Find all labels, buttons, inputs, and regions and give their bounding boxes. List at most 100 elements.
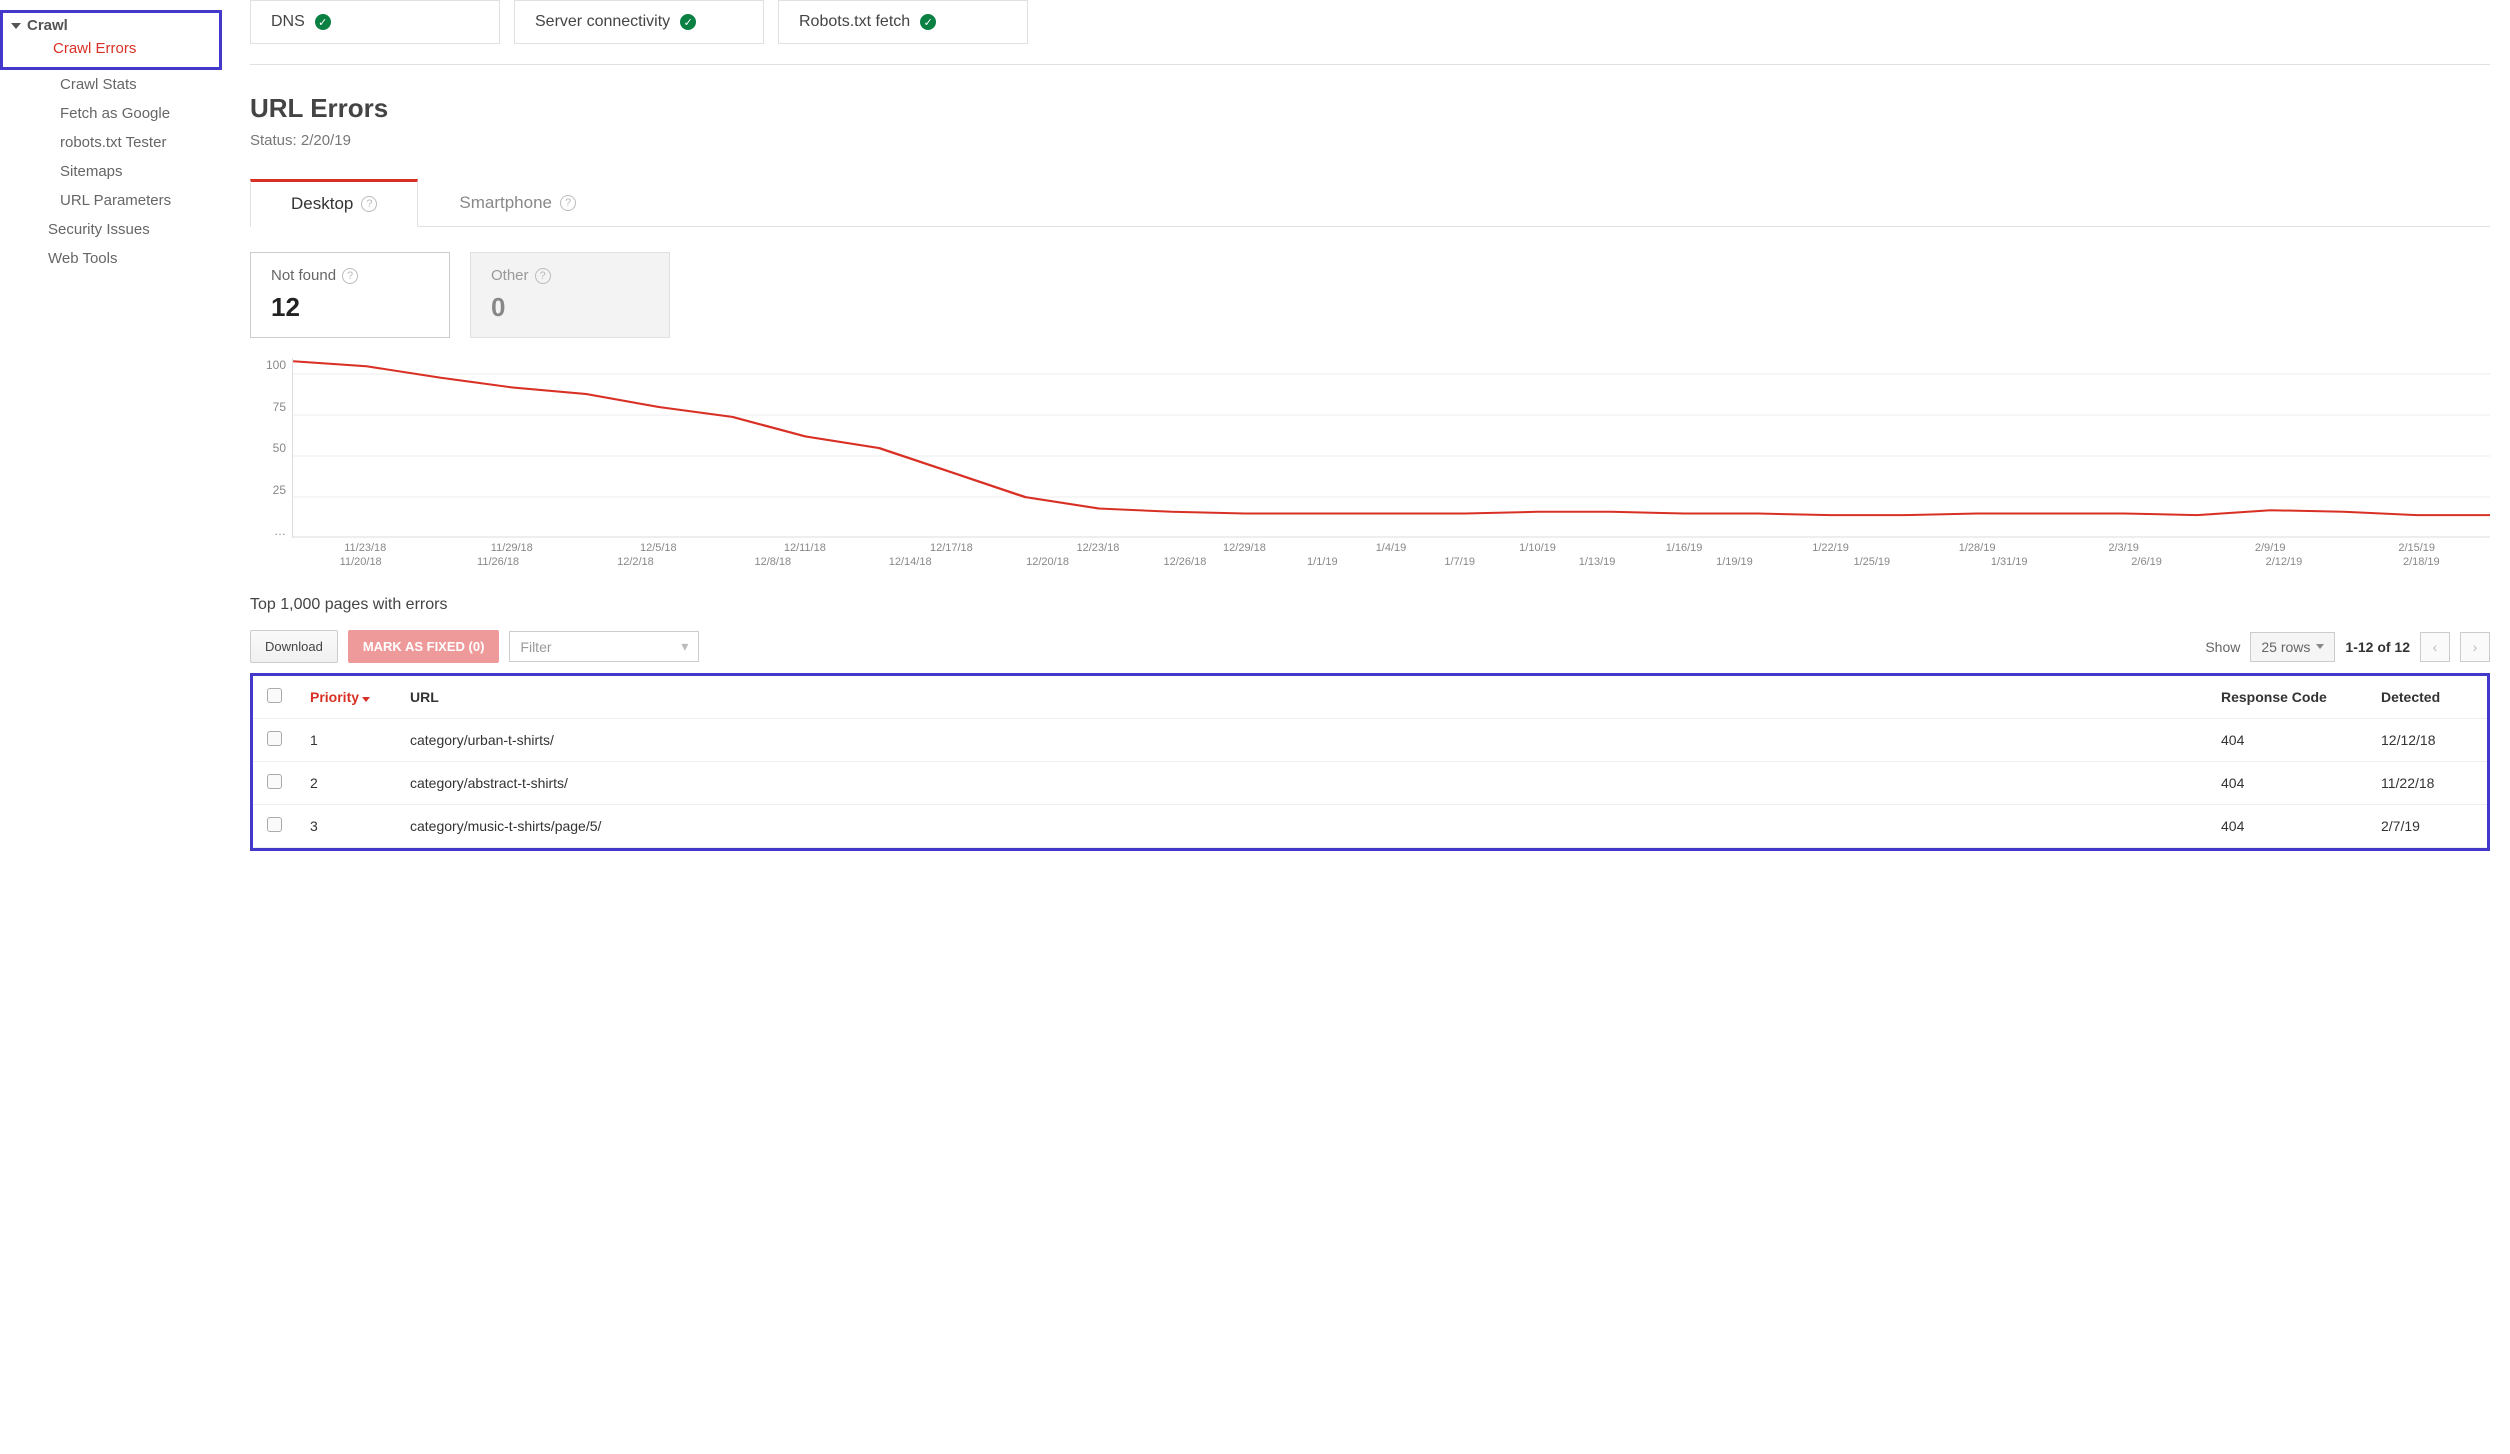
x-tick: 1/28/19 bbox=[1904, 542, 2051, 554]
mark-as-fixed-button[interactable]: MARK AS FIXED (0) bbox=[348, 630, 500, 663]
cell-code: 404 bbox=[2207, 762, 2367, 805]
download-button[interactable]: Download bbox=[250, 630, 338, 663]
next-page-button[interactable]: › bbox=[2460, 632, 2490, 662]
help-icon[interactable]: ? bbox=[535, 268, 551, 284]
x-tick: 12/14/18 bbox=[842, 556, 979, 568]
x-tick: 1/1/19 bbox=[1254, 556, 1391, 568]
tile-not-found[interactable]: Not found ? 12 bbox=[250, 252, 450, 338]
table-row[interactable]: 1category/urban-t-shirts/40412/12/18 bbox=[253, 719, 2487, 762]
cell-url: category/urban-t-shirts/ bbox=[396, 719, 2207, 762]
site-status-cards: DNS ✓ Server connectivity ✓ Robots.txt f… bbox=[250, 0, 2490, 65]
nav-item-sitemaps[interactable]: Sitemaps bbox=[0, 157, 230, 186]
tab-label: Desktop bbox=[291, 194, 353, 214]
col-priority[interactable]: Priority bbox=[296, 676, 396, 719]
x-tick: 12/2/18 bbox=[567, 556, 704, 568]
errors-table: Priority URL Response Code Detected 1cat… bbox=[253, 676, 2487, 848]
nav-item-crawl-stats[interactable]: Crawl Stats bbox=[0, 70, 230, 99]
cell-code: 404 bbox=[2207, 805, 2367, 848]
cell-priority: 1 bbox=[296, 719, 396, 762]
x-tick: 2/6/19 bbox=[2078, 556, 2215, 568]
y-axis: 100 75 50 25 … bbox=[250, 358, 292, 538]
tile-label: Other ? bbox=[491, 267, 649, 284]
x-tick: 2/12/19 bbox=[2215, 556, 2352, 568]
rows-select[interactable]: 25 rows bbox=[2250, 632, 2335, 662]
x-tick: 2/3/19 bbox=[2050, 542, 2197, 554]
x-tick: 1/25/19 bbox=[1803, 556, 1940, 568]
x-tick: 2/18/19 bbox=[2353, 556, 2490, 568]
x-tick: 2/9/19 bbox=[2197, 542, 2344, 554]
status-card-dns[interactable]: DNS ✓ bbox=[250, 0, 500, 44]
col-response-code[interactable]: Response Code bbox=[2207, 676, 2367, 719]
sort-desc-icon bbox=[362, 697, 370, 702]
x-axis-row2: 11/20/1811/26/1812/2/1812/8/1812/14/1812… bbox=[292, 554, 2490, 568]
nav-item-fetch-as-google[interactable]: Fetch as Google bbox=[0, 99, 230, 128]
tab-desktop[interactable]: Desktop ? bbox=[250, 179, 418, 227]
sidebar-highlight: Crawl Crawl Errors bbox=[0, 10, 222, 70]
check-icon: ✓ bbox=[315, 14, 331, 30]
filter-input[interactable]: Filter ▾ bbox=[509, 631, 699, 662]
cell-detected: 11/22/18 bbox=[2367, 762, 2487, 805]
tile-other[interactable]: Other ? 0 bbox=[470, 252, 670, 338]
select-all-checkbox[interactable] bbox=[267, 688, 282, 703]
x-tick: 1/4/19 bbox=[1318, 542, 1465, 554]
main-content: DNS ✓ Server connectivity ✓ Robots.txt f… bbox=[230, 0, 2510, 891]
col-url[interactable]: URL bbox=[396, 676, 2207, 719]
col-detected[interactable]: Detected bbox=[2367, 676, 2487, 719]
status-date: Status: 2/20/19 bbox=[250, 132, 2490, 149]
help-icon[interactable]: ? bbox=[560, 195, 576, 211]
nav-item-url-parameters[interactable]: URL Parameters bbox=[0, 186, 230, 215]
x-tick: 12/20/18 bbox=[979, 556, 1116, 568]
prev-page-button[interactable]: ‹ bbox=[2420, 632, 2450, 662]
nav-item-robots-tester[interactable]: robots.txt Tester bbox=[0, 128, 230, 157]
cell-url: category/abstract-t-shirts/ bbox=[396, 762, 2207, 805]
cell-priority: 3 bbox=[296, 805, 396, 848]
check-icon: ✓ bbox=[920, 14, 936, 30]
error-type-tiles: Not found ? 12 Other ? 0 bbox=[250, 252, 2490, 338]
row-checkbox[interactable] bbox=[267, 817, 282, 832]
check-icon: ✓ bbox=[680, 14, 696, 30]
chart-svg bbox=[293, 358, 2490, 538]
device-tabs: Desktop ? Smartphone ? bbox=[250, 179, 2490, 227]
x-tick: 12/5/18 bbox=[585, 542, 732, 554]
errors-table-highlight: Priority URL Response Code Detected 1cat… bbox=[250, 673, 2490, 851]
x-tick: 12/23/18 bbox=[1025, 542, 1172, 554]
x-tick: 12/26/18 bbox=[1116, 556, 1253, 568]
x-tick: 1/7/19 bbox=[1391, 556, 1528, 568]
status-card-robots[interactable]: Robots.txt fetch ✓ bbox=[778, 0, 1028, 44]
tab-label: Smartphone bbox=[459, 193, 552, 213]
table-row[interactable]: 3category/music-t-shirts/page/5/4042/7/1… bbox=[253, 805, 2487, 848]
status-card-label: Robots.txt fetch bbox=[799, 13, 910, 31]
nav-item-web-tools[interactable]: Web Tools bbox=[0, 244, 230, 273]
x-tick: 1/10/19 bbox=[1464, 542, 1611, 554]
x-tick: 12/17/18 bbox=[878, 542, 1025, 554]
filter-placeholder: Filter bbox=[520, 639, 551, 655]
chart-plot[interactable] bbox=[292, 358, 2490, 538]
tab-smartphone[interactable]: Smartphone ? bbox=[418, 179, 617, 226]
nav-item-crawl-errors[interactable]: Crawl Errors bbox=[33, 34, 211, 63]
x-tick: 11/26/18 bbox=[429, 556, 566, 568]
help-icon[interactable]: ? bbox=[361, 196, 377, 212]
sidebar: Crawl Crawl Errors Crawl Stats Fetch as … bbox=[0, 0, 230, 891]
x-tick: 11/20/18 bbox=[292, 556, 429, 568]
x-tick: 11/23/18 bbox=[292, 542, 439, 554]
nav-group-label: Crawl bbox=[27, 17, 68, 34]
status-card-label: DNS bbox=[271, 13, 305, 31]
x-tick: 12/8/18 bbox=[704, 556, 841, 568]
tile-value: 12 bbox=[271, 292, 429, 323]
nav-item-security-issues[interactable]: Security Issues bbox=[0, 215, 230, 244]
row-checkbox[interactable] bbox=[267, 731, 282, 746]
pages-with-errors-title: Top 1,000 pages with errors bbox=[250, 596, 2490, 614]
x-tick: 12/11/18 bbox=[732, 542, 879, 554]
cell-priority: 2 bbox=[296, 762, 396, 805]
row-checkbox[interactable] bbox=[267, 774, 282, 789]
table-controls: Download MARK AS FIXED (0) Filter ▾ Show… bbox=[250, 630, 2490, 663]
pagination-range: 1-12 of 12 bbox=[2345, 639, 2410, 655]
x-tick: 11/29/18 bbox=[439, 542, 586, 554]
status-card-server[interactable]: Server connectivity ✓ bbox=[514, 0, 764, 44]
x-tick: 1/22/19 bbox=[1757, 542, 1904, 554]
tile-value: 0 bbox=[491, 292, 649, 323]
help-icon[interactable]: ? bbox=[342, 268, 358, 284]
nav-group-crawl[interactable]: Crawl bbox=[11, 17, 211, 34]
table-row[interactable]: 2category/abstract-t-shirts/40411/22/18 bbox=[253, 762, 2487, 805]
show-label: Show bbox=[2205, 639, 2240, 655]
